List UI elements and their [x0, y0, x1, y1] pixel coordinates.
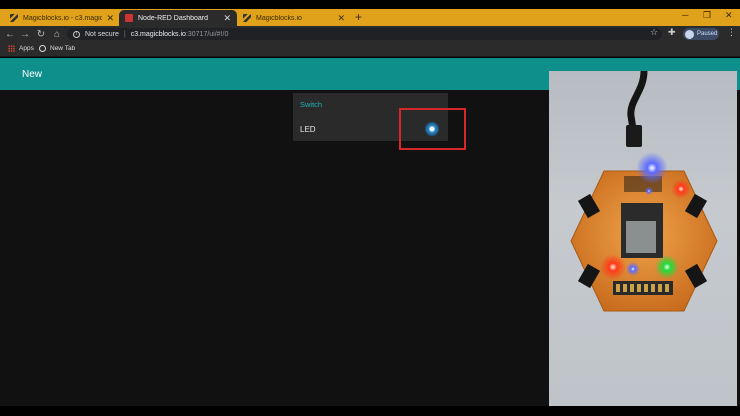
bookmark-new-tab[interactable]: New Tab [39, 45, 75, 52]
avatar [685, 29, 694, 39]
restore-icon[interactable]: ❐ [703, 10, 711, 21]
browser-toolbar: ← → ↻ ⌂ i Not secure | c3.magicblocks.io… [0, 26, 740, 42]
bookmark-apps[interactable]: Apps [8, 45, 34, 52]
separator: | [123, 30, 126, 38]
apps-grid-icon [8, 45, 15, 52]
close-icon[interactable]: ✕ [337, 13, 345, 24]
group-title: Switch [300, 100, 323, 109]
url-path: :30717/ui/#!/0 [185, 30, 229, 38]
close-icon[interactable]: ✕ [106, 13, 114, 24]
board-photo [549, 71, 737, 406]
node-red-favicon-icon [125, 14, 133, 22]
tab-magicblocks[interactable]: Magicblocks.io ✕ [237, 10, 351, 26]
tab-title: Magicblocks.io - c3.magicblocks.i [23, 14, 103, 22]
home-icon[interactable]: ⌂ [50, 26, 64, 42]
magicblocks-favicon-icon [243, 14, 251, 22]
profile-status: Paused [697, 31, 718, 37]
profile-button[interactable]: Paused [683, 28, 719, 40]
tab-magicblocks-c3[interactable]: Magicblocks.io - c3.magicblocks.i ✕ [4, 10, 120, 26]
board-photo-image [570, 71, 718, 312]
new-tab-plus-icon[interactable]: + [355, 10, 362, 24]
globe-icon [39, 45, 46, 52]
bookmark-label: Apps [19, 45, 34, 52]
forward-arrow-icon[interactable]: → [18, 26, 32, 42]
reload-icon[interactable]: ↻ [34, 26, 48, 42]
page-title: New [22, 69, 43, 80]
tab-title: Magicblocks.io [256, 14, 302, 22]
back-arrow-icon[interactable]: ← [3, 26, 17, 42]
info-icon[interactable]: i [73, 30, 80, 38]
bookmarks-bar: Apps New Tab [0, 42, 740, 57]
close-icon[interactable]: ✕ [223, 13, 231, 24]
switch-label: LED [300, 125, 316, 134]
letterbox-top [0, 0, 740, 9]
window-close-icon[interactable]: ✕ [725, 10, 733, 21]
tab-title: Node-RED Dashboard [138, 14, 209, 22]
bookmark-label: New Tab [50, 45, 76, 52]
tab-strip: Magicblocks.io - c3.magicblocks.i ✕ Node… [0, 9, 740, 26]
url-host: c3.magicblocks.io [130, 30, 186, 38]
letterbox-bottom [0, 406, 740, 416]
minimize-icon[interactable]: ─ [682, 10, 688, 20]
security-label: Not secure [85, 30, 119, 38]
highlight-box [399, 108, 466, 150]
more-menu-icon[interactable]: ⋮ [727, 27, 736, 38]
magicblocks-favicon-icon [10, 14, 18, 22]
address-bar[interactable]: i Not secure | c3.magicblocks.io:30717/u… [67, 28, 662, 40]
bookmark-star-icon[interactable]: ☆ [650, 27, 658, 38]
extensions-puzzle-icon[interactable]: ✚ [668, 27, 676, 38]
tab-node-red-dashboard[interactable]: Node-RED Dashboard ✕ [119, 10, 237, 26]
